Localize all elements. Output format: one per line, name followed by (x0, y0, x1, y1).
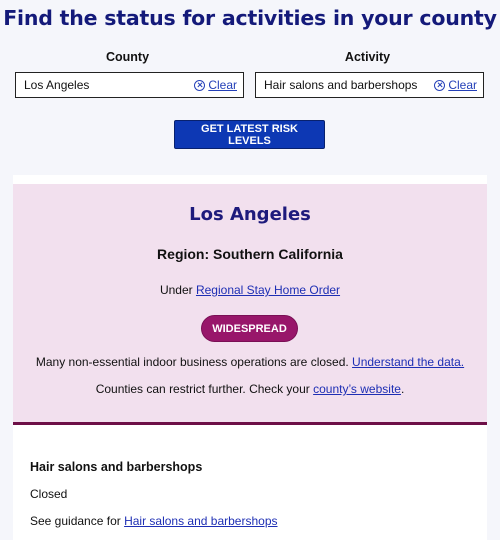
county-clear-button[interactable]: Clear (194, 78, 237, 92)
guidance-text: See guidance for (30, 514, 125, 528)
county-restrict-text: Counties can restrict further. Check you… (95, 382, 314, 396)
activity-field[interactable]: Hair salons and barbershops Clear (255, 72, 484, 98)
county-website-link[interactable]: county’s website (313, 382, 401, 396)
business-operations-line: Many non-essential indoor business opera… (13, 355, 487, 369)
tier-badge[interactable]: WIDESPREAD (201, 315, 298, 342)
understand-data-link[interactable]: Understand the data. (352, 355, 464, 369)
page-title: Find the status for activities in your c… (3, 6, 497, 30)
county-field-value[interactable]: Los Angeles (24, 78, 194, 92)
region-name: Region: Southern California (157, 246, 343, 262)
activity-clear-label: Clear (448, 78, 477, 92)
stay-home-order-line: Under Regional Stay Home Order (13, 283, 487, 297)
activity-field-value[interactable]: Hair salons and barbershops (264, 78, 434, 92)
activity-status: Closed (30, 487, 68, 501)
county-name: Los Angeles (189, 204, 311, 225)
county-clear-label: Clear (208, 78, 237, 92)
activity-guidance-line: See guidance for Hair salons and barbers… (30, 514, 278, 528)
activity-clear-button[interactable]: Clear (434, 78, 477, 92)
guidance-link[interactable]: Hair salons and barbershops (124, 514, 277, 528)
clear-circle-icon (194, 79, 206, 91)
county-field[interactable]: Los Angeles Clear (15, 72, 244, 98)
county-label: County (105, 50, 150, 64)
clear-circle-icon (434, 79, 446, 91)
restrict-suffix: . (400, 382, 405, 396)
county-restrict-line: Counties can restrict further. Check you… (13, 382, 487, 396)
activity-title: Hair salons and barbershops (30, 460, 203, 474)
regional-stay-home-order-link[interactable]: Regional Stay Home Order (196, 283, 340, 297)
county-status-panel: Los Angeles Region: Southern California … (13, 184, 487, 425)
business-operations-text: Many non-essential indoor business opera… (35, 355, 353, 369)
get-risk-levels-button[interactable]: GET LATEST RISK LEVELS (174, 120, 325, 149)
under-text: Under (159, 283, 196, 297)
activity-label: Activity (344, 50, 391, 64)
